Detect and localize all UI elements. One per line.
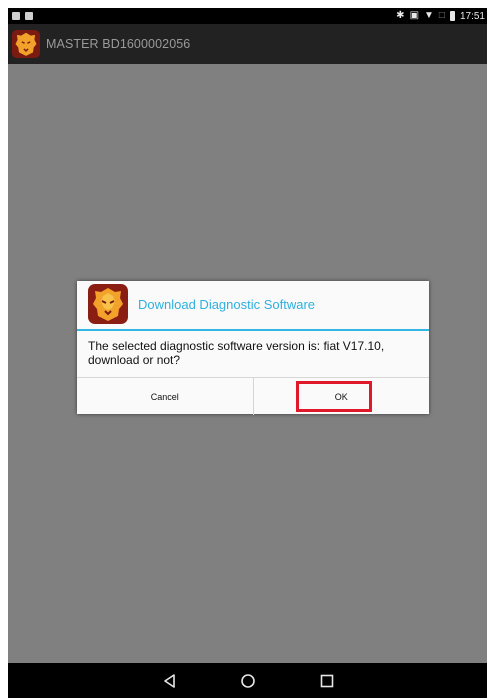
- dialog-button-bar: Cancel OK: [77, 377, 429, 415]
- app-title: MASTER BD1600002056: [46, 37, 191, 51]
- android-screen: ✱ ▣ ▼ □ 17:51 MASTER BD1600002056 Downlo…: [8, 8, 487, 698]
- home-icon[interactable]: [240, 673, 256, 689]
- lion-logo-icon: [88, 284, 128, 324]
- status-bar: ✱ ▣ ▼ □ 17:51: [8, 8, 487, 24]
- ok-button[interactable]: OK: [254, 378, 430, 415]
- dialog-divider: [77, 329, 429, 331]
- app-bar: MASTER BD1600002056: [8, 24, 487, 64]
- dialog-title: Download Diagnostic Software: [138, 297, 316, 312]
- wifi-icon: ▼: [424, 10, 434, 21]
- bluetooth-icon: ✱: [396, 10, 405, 21]
- status-icons: ✱ ▣ ▼ □ 17:51: [396, 9, 485, 23]
- navigation-bar: [8, 663, 487, 698]
- download-dialog: Download Diagnostic Software The selecte…: [77, 281, 429, 415]
- recents-icon[interactable]: [319, 673, 335, 689]
- sd-card-icon: [25, 12, 33, 20]
- cancel-button[interactable]: Cancel: [77, 378, 254, 415]
- image-icon: [12, 12, 20, 20]
- vibrate-icon: ▣: [409, 10, 420, 21]
- dialog-header: Download Diagnostic Software: [77, 281, 429, 329]
- status-time: 17:51: [459, 10, 485, 22]
- back-icon[interactable]: [162, 673, 178, 689]
- no-sim-icon: □: [438, 10, 445, 21]
- dialog-message: The selected diagnostic software version…: [88, 339, 385, 367]
- lion-logo-icon[interactable]: [12, 30, 40, 58]
- battery-icon: [449, 11, 455, 21]
